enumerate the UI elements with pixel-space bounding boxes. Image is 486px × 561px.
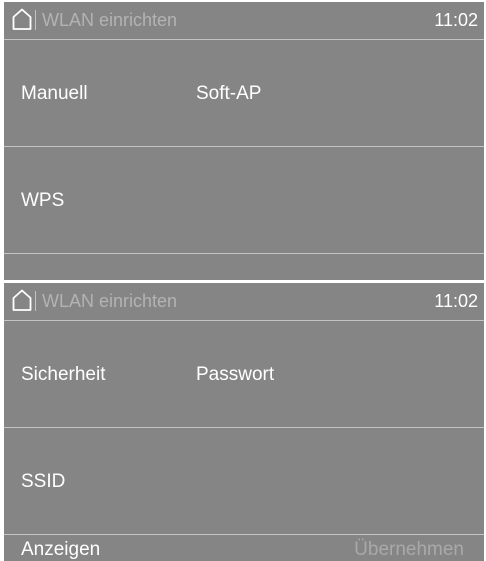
option-passwort[interactable]: Passwort bbox=[196, 364, 274, 386]
wlan-setup-screen-2: WLAN einrichten 11:02 Sicherheit Passwor… bbox=[4, 283, 484, 561]
menu-row: Manuell Soft-AP bbox=[4, 40, 484, 147]
page-title: WLAN einrichten bbox=[42, 291, 178, 311]
page-title: WLAN einrichten bbox=[42, 10, 178, 30]
home-icon[interactable] bbox=[12, 8, 32, 30]
header-divider bbox=[35, 10, 36, 30]
menu-row: Sicherheit Passwort bbox=[4, 321, 484, 428]
header-bar: WLAN einrichten 11:02 bbox=[4, 283, 484, 321]
menu-row: WPS bbox=[4, 147, 484, 254]
wlan-setup-screen-1: WLAN einrichten 11:02 Manuell Soft-AP WP… bbox=[4, 2, 484, 280]
option-wps[interactable]: WPS bbox=[21, 190, 64, 212]
show-button[interactable]: Anzeigen bbox=[21, 539, 100, 561]
home-icon[interactable] bbox=[12, 289, 32, 311]
option-soft-ap[interactable]: Soft-AP bbox=[196, 83, 261, 105]
option-manuell[interactable]: Manuell bbox=[21, 83, 88, 105]
apply-button[interactable]: Übernehmen bbox=[354, 539, 464, 561]
header-divider bbox=[35, 291, 36, 311]
option-ssid[interactable]: SSID bbox=[21, 471, 65, 493]
menu-row: SSID bbox=[4, 428, 484, 535]
clock-time: 11:02 bbox=[434, 291, 478, 311]
header-bar: WLAN einrichten 11:02 bbox=[4, 2, 484, 40]
option-sicherheit[interactable]: Sicherheit bbox=[21, 364, 106, 386]
clock-time: 11:02 bbox=[434, 10, 478, 30]
